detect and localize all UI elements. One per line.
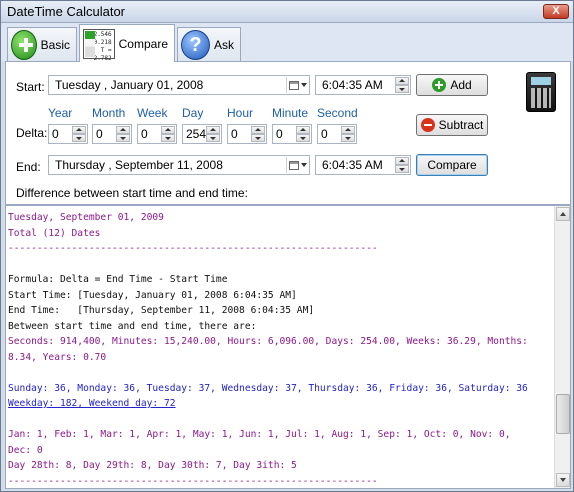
output-line: Dec: 0 [8,444,43,456]
compare-icon-value: 2.782 [93,54,112,62]
scroll-up-icon[interactable] [556,207,570,221]
tab-ask[interactable]: ? Ask [177,27,241,61]
start-date-dropdown[interactable] [286,77,308,93]
tab-basic[interactable]: Basic [7,27,77,61]
vertical-scrollbar[interactable] [554,206,570,488]
delta-day-stepper[interactable]: 254 [182,124,222,144]
output-line: Total (12) Dates [8,227,101,239]
calculator-icon [526,72,556,112]
tab-strip: Basic 2.546 0.218 T = 2.782 Compare ? As… [1,23,573,62]
calendar-icon [288,80,299,90]
subtract-button[interactable]: Subtract [416,114,488,136]
delta-label: Delta: [16,126,48,140]
start-time-input[interactable]: 6:04:35 AM [315,75,411,95]
delta-day-value: 254 [186,127,207,141]
result-text: Tuesday, September 01, 2009 Total (12) Da… [8,210,553,488]
delta-header-day: Day [182,106,204,120]
end-date-value: Thursday , September 11, 2008 [55,158,223,172]
compare-button[interactable]: Compare [416,154,488,176]
add-button[interactable]: Add [416,74,488,96]
delta-hour-stepper[interactable]: 0 [227,124,267,144]
output-line: Sunday: 36, Monday: 36, Tuesday: 37, Wed… [8,382,528,394]
delta-hour-value: 0 [231,127,238,141]
delta-week-stepper[interactable]: 0 [137,124,177,144]
scroll-down-icon[interactable] [556,473,570,487]
plus-circle-icon [432,78,447,92]
start-date-value: Tuesday , January 01, 2008 [55,78,204,92]
close-button[interactable]: X [543,4,569,19]
output-line: Day 28th: 8, Day 29th: 8, Day 30th: 7, D… [8,460,297,471]
difference-label: Difference between start time and end ti… [16,186,248,200]
end-date-picker[interactable]: Thursday , September 11, 2008 [48,155,310,175]
delta-header-week: Week [137,106,168,120]
start-time-spinner[interactable] [395,77,409,93]
end-label: End: [16,160,41,174]
delta-header-year: Year [48,106,73,120]
end-time-spinner[interactable] [395,157,409,173]
compare-icon-eq: T = [100,46,112,54]
question-icon: ? [181,29,210,60]
delta-second-value: 0 [321,127,328,141]
delta-header-second: Second [317,106,358,120]
output-line: Seconds: 914,400, Minutes: 15,240.00, Ho… [8,336,528,347]
plus-circle-icon [11,29,37,60]
calendar-icon [288,160,299,170]
delta-header-month: Month [92,106,126,120]
tab-compare-label: Compare [118,36,168,51]
output-line: End Time: [Thursday, September 11, 2008 … [8,305,315,316]
end-time-input[interactable]: 6:04:35 AM [315,155,411,175]
output-line: Between start time and end time, there a… [8,320,257,332]
tab-ask-label: Ask [213,37,234,52]
tab-compare[interactable]: 2.546 0.218 T = 2.782 Compare [79,24,175,62]
delta-month-value: 0 [96,127,103,141]
tab-basic-label: Basic [40,37,70,52]
start-time-value: 6:04:35 AM [322,78,383,92]
output-line: 8.34, Years: 0.70 [8,351,107,363]
delta-header-minute: Minute [272,106,309,120]
window-title: DateTime Calculator [7,4,126,19]
title-bar: DateTime Calculator X [1,1,573,23]
delta-week-value: 0 [141,127,148,141]
add-button-label: Add [450,78,472,92]
compare-panel: Start: Tuesday , January 01, 2008 6:04:3… [5,61,571,205]
output-line: ----------------------------------------… [8,475,378,487]
delta-year-value: 0 [52,127,59,141]
end-date-dropdown[interactable] [286,157,308,173]
compare-table-icon: 2.546 0.218 T = 2.782 [83,28,115,62]
delta-month-stepper[interactable]: 0 [92,124,132,144]
output-line: Start Time: [Tuesday, January 01, 2008 6… [8,289,297,301]
app-window: DateTime Calculator X Basic 2.546 0.218 … [0,0,574,492]
subtract-button-label: Subtract [438,118,484,132]
output-line: Jan: 1, Feb: 1, Mar: 1, Apr: 1, May: 1, … [8,429,511,440]
delta-minute-value: 0 [276,127,283,141]
delta-year-stepper[interactable]: 0 [48,124,88,144]
start-label: Start: [16,80,45,94]
scroll-thumb[interactable] [556,394,570,434]
delta-header-hour: Hour [227,106,254,120]
end-time-value: 6:04:35 AM [322,158,383,172]
delta-second-stepper[interactable]: 0 [317,124,357,144]
minus-circle-icon [420,118,435,132]
start-date-picker[interactable]: Tuesday , January 01, 2008 [48,75,310,95]
output-line: Formula: Delta = End Time - Start Time [8,274,228,285]
compare-button-label: Compare [427,158,477,172]
output-line: Tuesday, September 01, 2009 [8,212,164,223]
chevron-down-icon [300,83,307,87]
output-line: Weekday: 182, Weekend day: 72 [8,398,176,409]
result-output[interactable]: Tuesday, September 01, 2009 Total (12) Da… [5,205,571,489]
chevron-down-icon [300,163,307,167]
output-line: ----------------------------------------… [8,243,378,254]
delta-minute-stepper[interactable]: 0 [272,124,312,144]
